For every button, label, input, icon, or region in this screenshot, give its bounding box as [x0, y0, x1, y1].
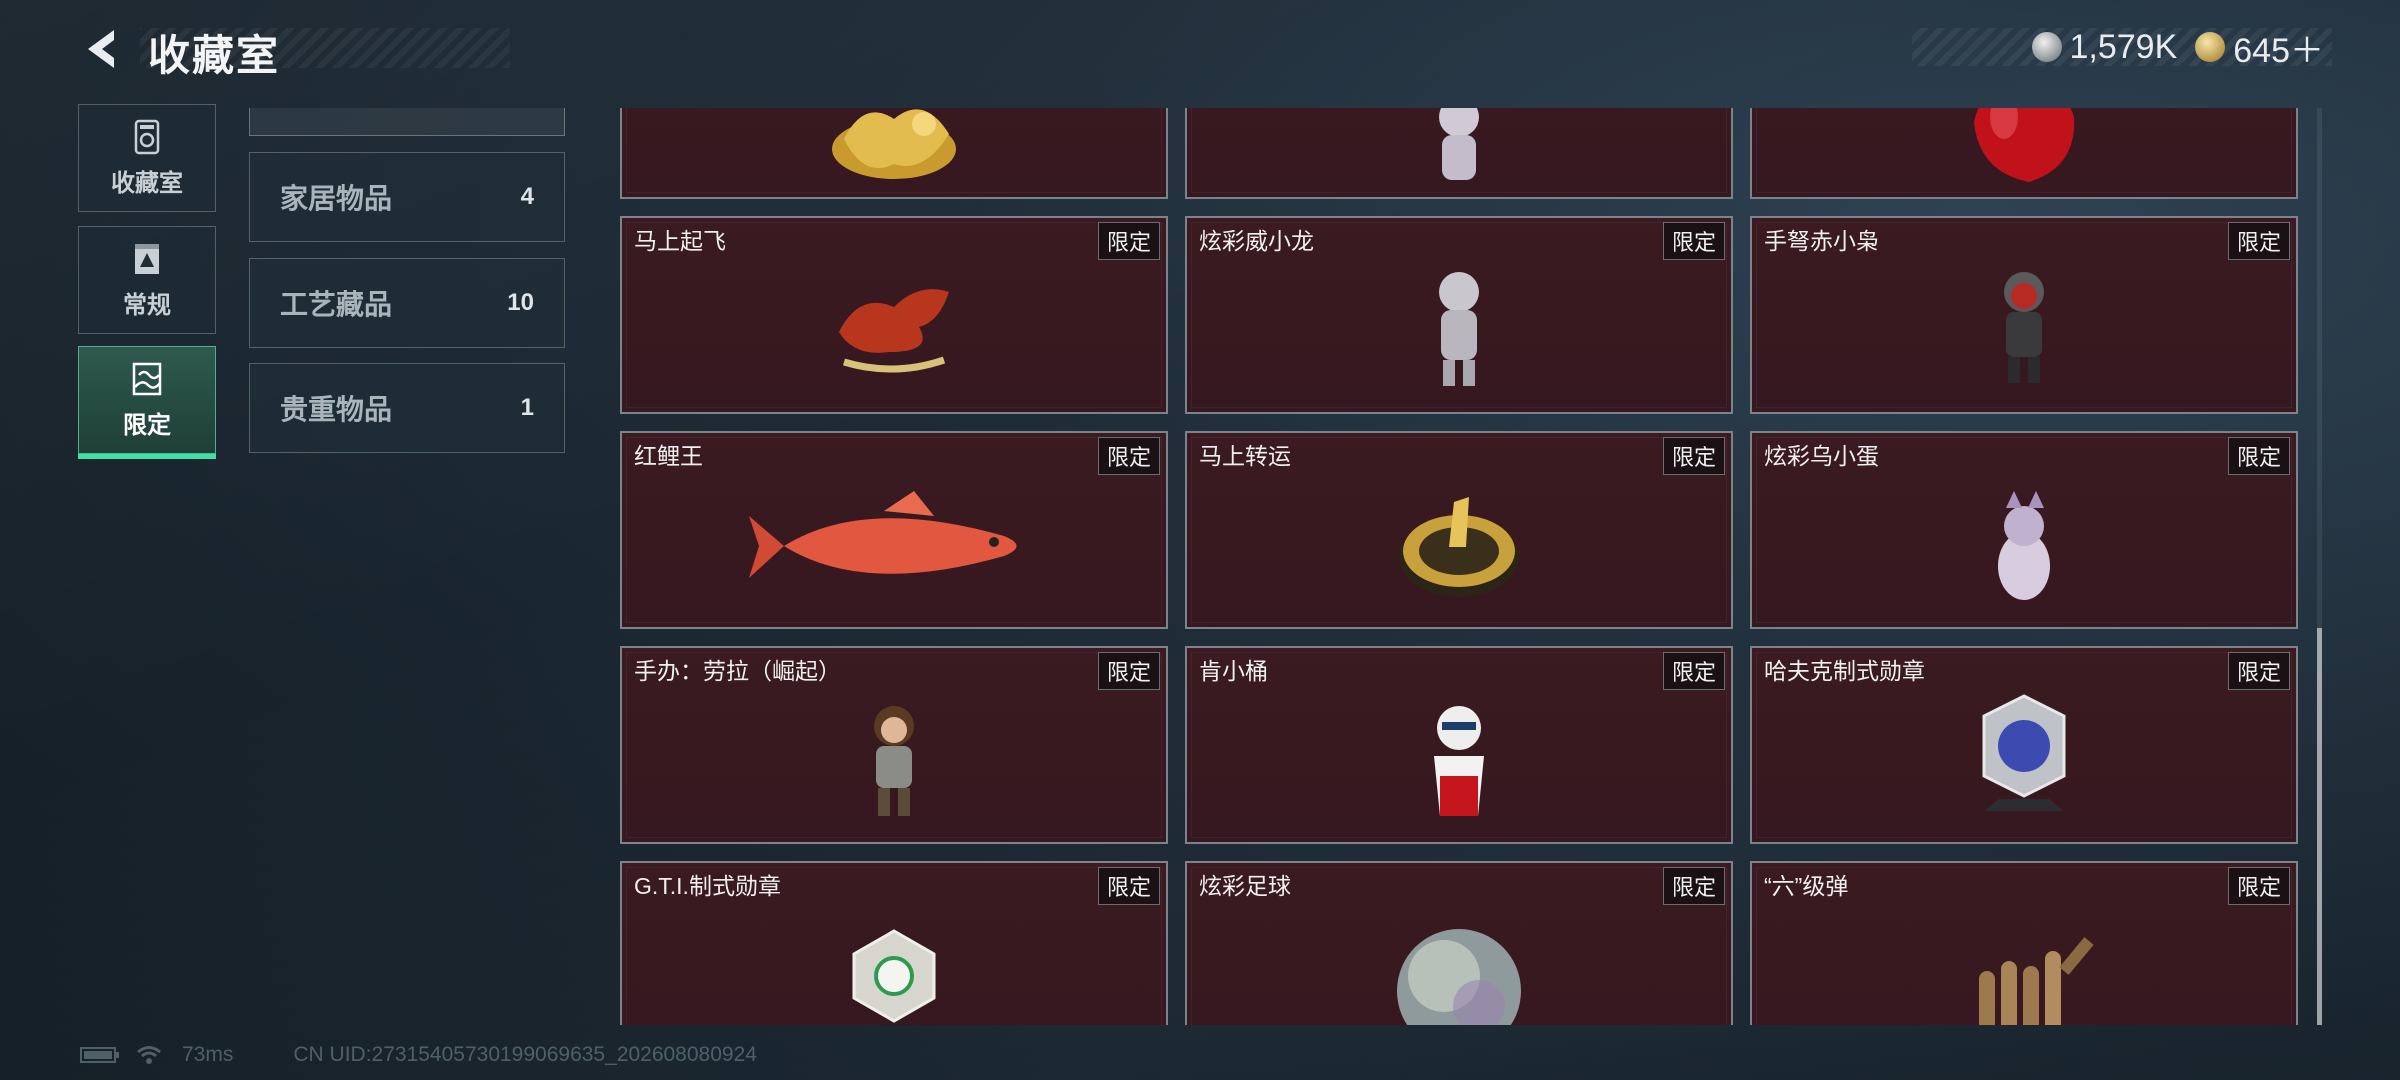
item-card[interactable]: 手办：劳拉（崛起） 限定: [620, 646, 1168, 844]
subcategory-valuables[interactable]: 贵重物品 1: [249, 363, 565, 453]
item-card[interactable]: “六”级弹 限定: [1750, 861, 2298, 1025]
item-card[interactable]: [1750, 108, 2298, 199]
item-name: G.T.I.制式勋章: [634, 873, 781, 899]
subcategory-partial[interactable]: [249, 108, 565, 136]
gold-coin-icon: [2195, 32, 2226, 62]
subcategory-count: 10: [507, 289, 534, 316]
subcategory-craft-collections[interactable]: 工艺藏品 10: [249, 258, 565, 348]
nav-tab-label: 常规: [123, 291, 171, 319]
item-name: 肯小桶: [1199, 658, 1268, 684]
limited-badge: 限定: [2227, 867, 2290, 905]
item-card[interactable]: 炫彩威小龙 限定: [1185, 216, 1733, 414]
item-card[interactable]: 哈夫克制式勋章 限定: [1750, 646, 2298, 844]
currency-silver-value: 1,579K: [2069, 27, 2178, 66]
limited-icon: [132, 362, 162, 395]
item-grid: 马上起飞 限定 炫彩威小龙 限定 手弩赤小枭 限定 红鲤王 限定 马上转运 限定…: [620, 108, 2298, 1025]
header: 收藏室 1,579K 645＋: [0, 0, 2400, 100]
red-apple-art: [1974, 108, 2075, 183]
limited-badge: 限定: [2227, 222, 2290, 260]
user-uid: CN UID:27315405730199069635_202608080924: [293, 1043, 757, 1066]
item-card[interactable]: 手弩赤小枭 限定: [1750, 216, 2298, 414]
silver-coin-icon: [2031, 32, 2062, 62]
limited-badge: 限定: [1662, 867, 1725, 905]
hooded-figure-art: [2004, 271, 2044, 383]
back-button[interactable]: [78, 24, 128, 74]
gold-horse-disc-art: [1399, 496, 1519, 597]
lara-figure-art: [874, 705, 914, 816]
limited-badge: 限定: [2227, 437, 2290, 475]
item-card[interactable]: G.T.I.制式勋章 限定: [620, 861, 1168, 1025]
limited-badge: 限定: [1662, 222, 1725, 260]
red-carp-art: [749, 490, 1017, 578]
gti-medal-art: [852, 928, 936, 1023]
red-horse-art: [839, 288, 949, 373]
item-card[interactable]: [620, 108, 1168, 199]
iridescent-ball-art: [1397, 929, 1521, 1025]
item-name: 马上转运: [1199, 443, 1291, 469]
item-name: 哈夫克制式勋章: [1764, 658, 1925, 684]
limited-badge: 限定: [2227, 652, 2290, 690]
item-name: 手弩赤小枭: [1764, 228, 1879, 254]
back-arrow-icon: [88, 30, 114, 68]
limited-badge: 限定: [1097, 652, 1160, 690]
nav-tab-label: 收藏室: [111, 169, 183, 197]
status-bar: 73ms CN UID:27315405730199069635_2026080…: [80, 1030, 757, 1080]
regular-icon: [135, 243, 159, 274]
grid-scrollbar-thumb[interactable]: [2317, 628, 2322, 1025]
item-card[interactable]: 马上起飞 限定: [620, 216, 1168, 414]
item-name: 炫彩足球: [1199, 873, 1291, 899]
item-name: “六”级弹: [1764, 873, 1849, 899]
currency-gold-value: 645＋: [2233, 31, 2324, 70]
silver-dragon-figure-art: [1439, 271, 1479, 386]
limited-badge: 限定: [1097, 222, 1160, 260]
item-card[interactable]: 红鲤王 限定: [620, 431, 1168, 629]
grid-scrollbar[interactable]: [2317, 108, 2322, 1025]
item-name: 红鲤王: [634, 443, 703, 469]
item-name: 炫彩威小龙: [1199, 228, 1314, 254]
item-card[interactable]: 肯小桶 限定: [1185, 646, 1733, 844]
egg-figure-art: [1998, 490, 2050, 600]
item-name: 手办：劳拉（崛起）: [634, 658, 841, 684]
subcategory-name: 家居物品: [280, 183, 393, 214]
currency-bar: 1,579K 645＋: [1912, 27, 2332, 70]
item-card[interactable]: 马上转运 限定: [1185, 431, 1733, 629]
nav-tab-collection-room[interactable]: 收藏室: [78, 104, 216, 212]
battery-icon: [80, 1047, 119, 1063]
limited-badge: 限定: [1097, 437, 1160, 475]
limited-badge: 限定: [1662, 652, 1725, 690]
subcategory-home-items[interactable]: 家居物品 4: [249, 152, 565, 242]
nav-tab-limited[interactable]: 限定: [78, 346, 216, 459]
page-title: 收藏室: [148, 32, 281, 79]
nav-tab-regular[interactable]: 常规: [78, 226, 216, 334]
item-card[interactable]: 炫彩足球 限定: [1185, 861, 1733, 1025]
subcategory-count: 4: [520, 183, 534, 210]
item-card[interactable]: [1185, 108, 1733, 199]
limited-badge: 限定: [1662, 437, 1725, 475]
ping-value: 73ms: [182, 1043, 234, 1066]
subcategory-name: 贵重物品: [280, 394, 393, 425]
item-grid-viewport[interactable]: 马上起飞 限定 炫彩威小龙 限定 手弩赤小枭 限定 红鲤王 限定 马上转运 限定…: [620, 108, 2305, 1025]
bullet-hand-art: [1979, 937, 2094, 1025]
golden-dragon-art: [832, 109, 956, 179]
currency-silver[interactable]: 1,579K: [2031, 27, 2178, 67]
haavk-medal-art: [1982, 693, 2066, 811]
white-figure-art: [1439, 108, 1479, 180]
item-name: 马上起飞: [634, 228, 726, 254]
item-card[interactable]: 炫彩乌小蛋 限定: [1750, 431, 2298, 629]
item-name: 炫彩乌小蛋: [1764, 443, 1879, 469]
colonel-figure-art: [1434, 705, 1484, 816]
limited-badge: 限定: [1097, 867, 1160, 905]
subcategory-count: 1: [520, 394, 534, 421]
wifi-icon: [137, 1046, 161, 1064]
collection-room-icon: [134, 119, 160, 154]
nav-tab-label: 限定: [123, 411, 171, 439]
currency-gold[interactable]: 645＋: [2195, 23, 2324, 72]
subcategory-name: 工艺藏品: [280, 289, 393, 320]
